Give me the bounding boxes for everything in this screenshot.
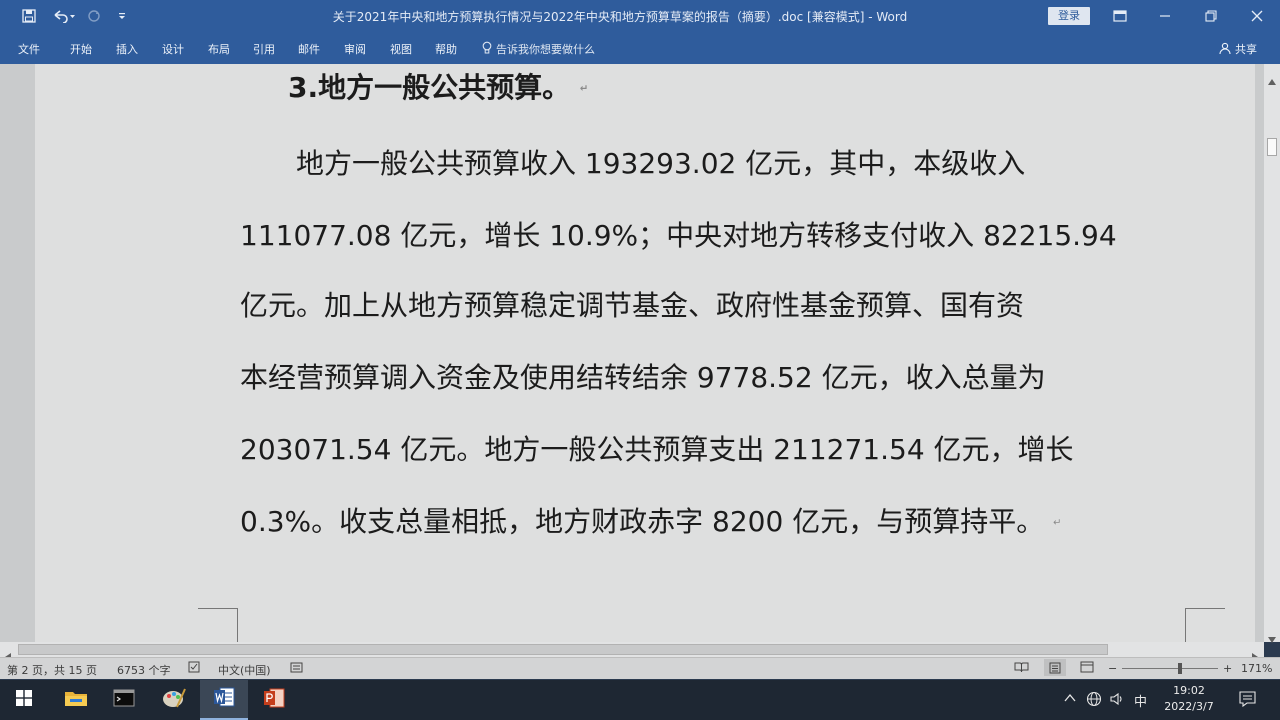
body-line: 本经营预算调入资金及使用结转结余 9778.52 亿元，收入总量为 <box>240 361 1046 394</box>
word-window: 关于2021年中央和地方预算执行情况与2022年中央和地方预算草案的报告（摘要）… <box>0 0 1280 720</box>
tab-layout[interactable]: 布局 <box>208 41 230 57</box>
ime-indicator[interactable]: 中 <box>1134 691 1147 710</box>
print-layout-icon[interactable] <box>1044 659 1066 676</box>
document-page[interactable]: 3.地方一般公共预算。 ↵ 地方一般公共预算收入 193293.02 亿元，其中… <box>35 64 1255 642</box>
clock-date: 2022/3/7 <box>1164 700 1214 713</box>
zoom-slider-thumb[interactable] <box>1178 663 1182 674</box>
tab-home[interactable]: 开始 <box>70 41 92 57</box>
taskbar-paint-app[interactable] <box>150 680 198 720</box>
terminal-icon <box>113 689 135 711</box>
taskbar-terminal[interactable] <box>100 680 148 720</box>
tab-view[interactable]: 视图 <box>390 41 412 57</box>
horizontal-scroll-thumb[interactable] <box>18 644 1108 655</box>
notification-center-icon[interactable] <box>1239 691 1256 711</box>
page-margin-marker-right <box>1185 608 1225 642</box>
zoom-slider[interactable] <box>1122 668 1218 669</box>
vertical-scroll-thumb[interactable] <box>1267 138 1277 156</box>
body-line: 111077.08 亿元，增长 10.9%；中央对地方转移支付收入 82215.… <box>240 219 1117 252</box>
proofing-icon[interactable] <box>188 661 202 676</box>
body-line-text: 0.3%。收支总量相抵，地方财政赤字 8200 亿元，与预算持平。 <box>240 505 1045 538</box>
windows-logo-icon <box>16 690 32 710</box>
body-line: 0.3%。收支总量相抵，地方财政赤字 8200 亿元，与预算持平。 ↵ <box>240 500 1200 540</box>
clock-time: 19:02 <box>1173 684 1205 697</box>
read-mode-icon[interactable] <box>1014 661 1029 676</box>
page-count[interactable]: 第 2 页，共 15 页 <box>7 662 97 678</box>
taskbar-file-explorer[interactable] <box>52 680 100 720</box>
redo-icon[interactable] <box>84 6 104 26</box>
taskbar-powerpoint[interactable] <box>250 680 298 720</box>
word-app-icon <box>213 687 235 711</box>
language-indicator[interactable]: 中文(中国) <box>218 662 271 678</box>
tell-me-search[interactable]: 告诉我你想要做什么 <box>482 41 595 57</box>
vertical-scrollbar[interactable] <box>1264 64 1280 643</box>
tab-help[interactable]: 帮助 <box>435 41 457 57</box>
tab-insert[interactable]: 插入 <box>116 41 138 57</box>
body-line: 地方一般公共预算收入 193293.02 亿元，其中，本级收入 <box>240 147 1026 180</box>
share-label: 共享 <box>1235 43 1257 56</box>
share-button[interactable]: 共享 <box>1219 41 1257 57</box>
macro-recording-icon[interactable] <box>290 661 303 676</box>
folder-icon <box>64 688 88 712</box>
document-area[interactable]: 3.地方一般公共预算。 ↵ 地方一般公共预算收入 193293.02 亿元，其中… <box>0 64 1264 642</box>
body-line: 203071.54 亿元。地方一般公共预算支出 211271.54 亿元，增长 <box>240 433 1074 466</box>
word-count[interactable]: 6753 个字 <box>117 662 171 678</box>
minimize-icon[interactable] <box>1150 6 1180 26</box>
zoom-level[interactable]: 171% <box>1241 662 1272 675</box>
login-button[interactable]: 登录 <box>1048 7 1090 25</box>
show-hidden-icons-chevron-icon[interactable] <box>1064 692 1076 707</box>
web-layout-icon[interactable] <box>1080 661 1094 676</box>
powerpoint-app-icon <box>263 688 285 712</box>
undo-icon[interactable] <box>48 6 80 26</box>
tab-file[interactable]: 文件 <box>18 41 40 57</box>
zoom-out-button[interactable]: − <box>1108 662 1117 675</box>
ribbon-tabs: 文件 开始 插入 设计 布局 引用 邮件 审阅 视图 帮助 告诉我你想要做什么 … <box>0 33 1280 64</box>
page-margin-marker-left <box>198 608 238 642</box>
person-icon <box>1219 42 1231 57</box>
heading-text: 3.地方一般公共预算。 <box>288 71 571 104</box>
scroll-down-arrow-icon[interactable] <box>1268 628 1276 647</box>
volume-icon[interactable] <box>1109 691 1125 711</box>
restore-icon[interactable] <box>1196 6 1226 26</box>
customize-toolbar-icon[interactable] <box>112 6 132 26</box>
lightbulb-icon <box>482 41 492 57</box>
status-bar: 第 2 页，共 15 页 6753 个字 中文(中国) − + 171% <box>0 657 1280 679</box>
scroll-up-arrow-icon[interactable] <box>1268 70 1276 89</box>
save-icon[interactable] <box>18 6 40 26</box>
section-heading: 3.地方一般公共预算。 ↵ <box>288 66 588 106</box>
horizontal-scrollbar[interactable] <box>0 642 1264 661</box>
close-icon[interactable] <box>1242 6 1272 26</box>
tab-design[interactable]: 设计 <box>162 41 184 57</box>
tab-mailings[interactable]: 邮件 <box>298 41 320 57</box>
ribbon-display-options-icon[interactable] <box>1105 6 1135 26</box>
zoom-in-button[interactable]: + <box>1223 662 1232 675</box>
document-title: 关于2021年中央和地方预算执行情况与2022年中央和地方预算草案的报告（摘要）… <box>332 10 908 24</box>
palette-icon <box>162 687 186 713</box>
start-button[interactable] <box>0 680 48 720</box>
body-line: 亿元。加上从地方预算稳定调节基金、政府性基金预算、国有资 <box>240 289 1025 322</box>
paragraph-mark: ↵ <box>579 83 589 95</box>
network-globe-icon[interactable] <box>1086 691 1102 711</box>
title-bar: 关于2021年中央和地方预算执行情况与2022年中央和地方预算草案的报告（摘要）… <box>0 0 1280 33</box>
tab-references[interactable]: 引用 <box>253 41 275 57</box>
system-clock[interactable]: 19:02 2022/3/7 <box>1158 683 1220 715</box>
windows-taskbar: 中 19:02 2022/3/7 <box>0 680 1280 720</box>
tell-me-label: 告诉我你想要做什么 <box>496 43 595 56</box>
taskbar-word[interactable] <box>200 680 248 720</box>
tab-review[interactable]: 审阅 <box>344 41 366 57</box>
paragraph-mark: ↵ <box>1053 517 1062 529</box>
